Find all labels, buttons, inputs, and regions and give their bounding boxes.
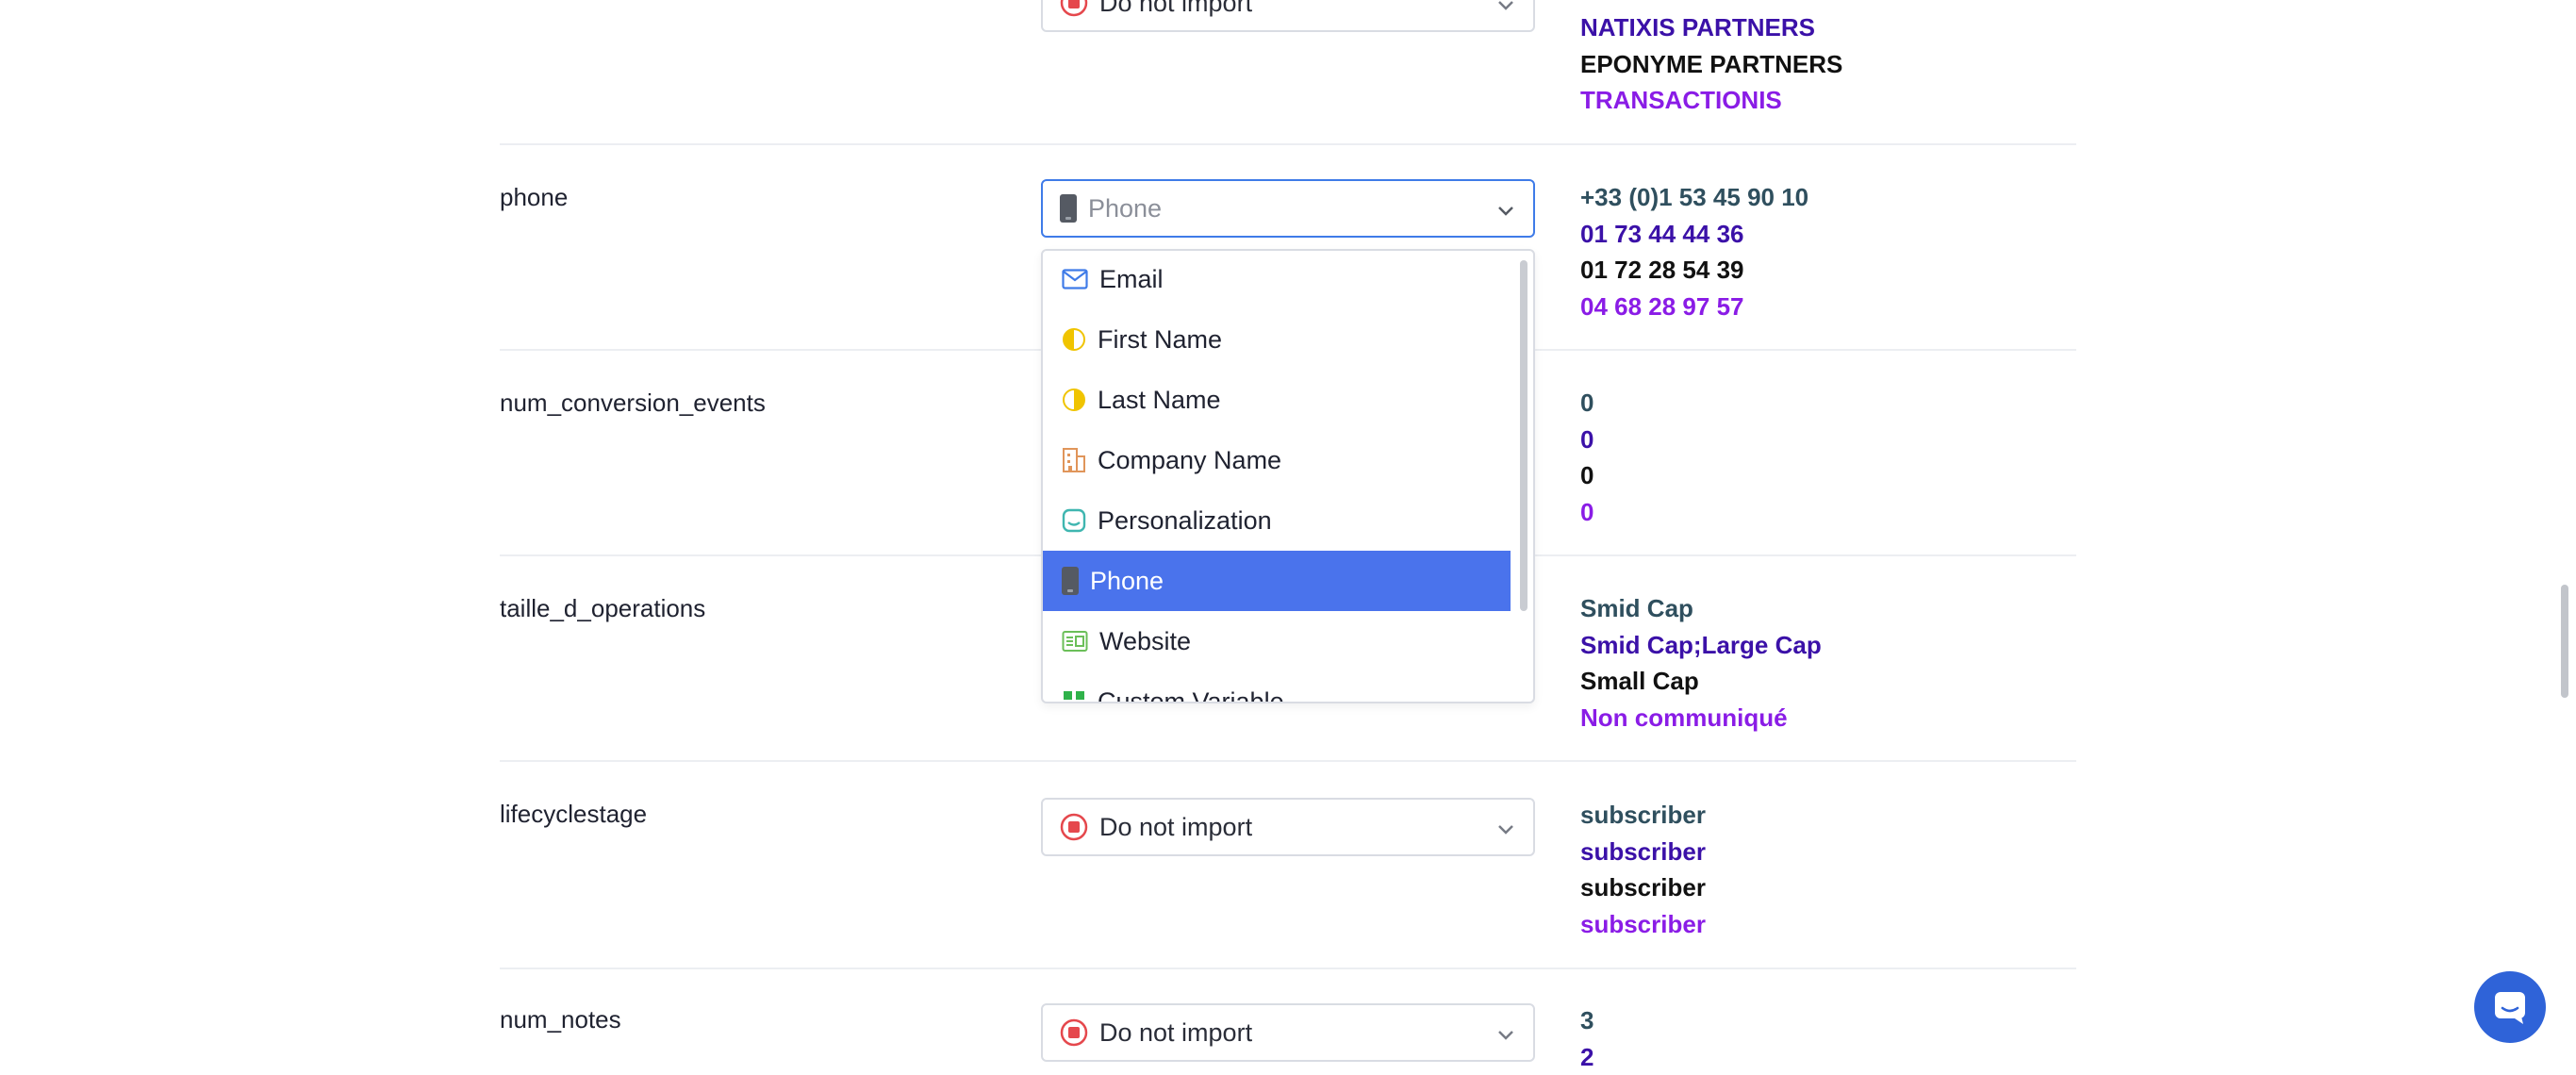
dropdown-option-last-name[interactable]: Last Name	[1043, 370, 1511, 430]
mapping-select[interactable]: Do not import	[1041, 1003, 1535, 1062]
sample-value: 2	[1580, 1042, 1594, 1071]
sample-values: +33 (0)1 53 45 90 10 01 73 44 44 36 01 7…	[1580, 179, 1808, 324]
sample-value: 01 72 28 54 39	[1580, 256, 1744, 284]
option-label: Website	[1099, 626, 1192, 655]
sample-values: NATIXIS PARTNERS EPONYME PARTNERS TRANSA…	[1580, 9, 1842, 119]
dropdown-option-phone[interactable]: Phone	[1043, 551, 1511, 611]
message-icon	[1062, 508, 1086, 533]
chevron-down-icon	[1498, 207, 1513, 216]
option-label: Custom Variable	[1098, 686, 1284, 703]
option-label: Last Name	[1098, 385, 1221, 414]
select-label: Phone	[1088, 193, 1163, 223]
mapping-dropdown-menu[interactable]: Email First Name Last Name Company Name …	[1041, 249, 1535, 703]
mapping-select[interactable]: Phone	[1041, 179, 1535, 238]
option-label: Company Name	[1098, 445, 1282, 474]
sample-values: Smid Cap Smid Cap;Large Cap Small Cap No…	[1580, 590, 1822, 736]
sample-value: TRANSACTIONIS	[1580, 86, 1782, 114]
dropdown-option-personalization[interactable]: Personalization	[1043, 490, 1511, 551]
chevron-down-icon	[1498, 825, 1513, 835]
field-name: num_conversion_events	[500, 389, 766, 417]
stop-icon	[1060, 0, 1088, 17]
select-label: Do not import	[1099, 812, 1253, 841]
sample-value: subscriber	[1580, 836, 1706, 866]
option-label: Phone	[1090, 566, 1164, 595]
phone-icon	[1062, 567, 1079, 595]
row-divider	[500, 143, 2076, 145]
sample-value: 0	[1580, 389, 1594, 417]
sample-value: 04 68 28 97 57	[1580, 291, 1744, 321]
sample-value: subscriber	[1580, 909, 1706, 938]
field-name: num_notes	[500, 1005, 621, 1034]
building-icon	[1063, 448, 1085, 472]
option-label: First Name	[1098, 324, 1223, 354]
page-scrollbar[interactable]	[2561, 585, 2568, 698]
envelope-icon	[1062, 269, 1088, 289]
grid-icon	[1064, 691, 1084, 700]
row-divider	[500, 968, 2076, 969]
mapping-select[interactable]: Do not import	[1041, 798, 1535, 856]
chat-icon	[2495, 992, 2525, 1024]
sample-value: 01 73 44 44 36	[1580, 219, 1744, 248]
field-name: lifecyclestage	[500, 800, 648, 828]
row-divider	[500, 760, 2076, 762]
field-name: taille_d_operations	[500, 594, 706, 622]
website-icon	[1062, 631, 1088, 652]
sample-value: Non communiqué	[1580, 703, 1788, 732]
sample-value: 0	[1580, 424, 1594, 454]
phone-icon	[1060, 194, 1077, 223]
sample-value: subscriber	[1580, 801, 1706, 829]
dropdown-option-website[interactable]: Website	[1043, 611, 1511, 671]
chat-button[interactable]	[2474, 971, 2546, 1043]
select-label: Do not import	[1099, 0, 1253, 17]
chevron-down-icon	[1498, 1031, 1513, 1040]
sample-value: 3	[1580, 1006, 1594, 1034]
half-circle-icon	[1063, 389, 1085, 411]
sample-value: Smid Cap;Large Cap	[1580, 630, 1822, 659]
stop-icon	[1060, 813, 1088, 841]
option-label: Personalization	[1098, 505, 1272, 535]
mapping-select[interactable]: Do not import	[1041, 0, 1535, 32]
sample-values: 0 0 0 0	[1580, 385, 1593, 530]
sample-value: EPONYME PARTNERS	[1580, 49, 1843, 78]
sample-value: 0	[1580, 461, 1594, 489]
sample-values: 3 2	[1580, 1002, 1593, 1075]
sample-value: NATIXIS PARTNERS	[1580, 13, 1815, 41]
select-label: Do not import	[1099, 1017, 1253, 1047]
dropdown-option-email[interactable]: Email	[1043, 251, 1511, 309]
dropdown-option-first-name[interactable]: First Name	[1043, 309, 1511, 370]
half-circle-icon	[1063, 328, 1085, 351]
dropdown-scrollbar[interactable]	[1520, 260, 1527, 611]
option-label: Email	[1099, 264, 1164, 293]
stop-icon	[1060, 1018, 1088, 1047]
sample-value: 0	[1580, 497, 1594, 526]
sample-value: subscriber	[1580, 873, 1706, 901]
chevron-down-icon	[1498, 1, 1513, 10]
sample-value: Small Cap	[1580, 667, 1699, 695]
sample-value: +33 (0)1 53 45 90 10	[1580, 183, 1809, 211]
sample-value: Smid Cap	[1580, 594, 1693, 622]
dropdown-option-custom-variable[interactable]: Custom Variable	[1043, 671, 1511, 703]
sample-values: subscriber subscriber subscriber subscri…	[1580, 797, 1706, 942]
field-name: phone	[500, 183, 569, 211]
dropdown-option-company-name[interactable]: Company Name	[1043, 430, 1511, 490]
